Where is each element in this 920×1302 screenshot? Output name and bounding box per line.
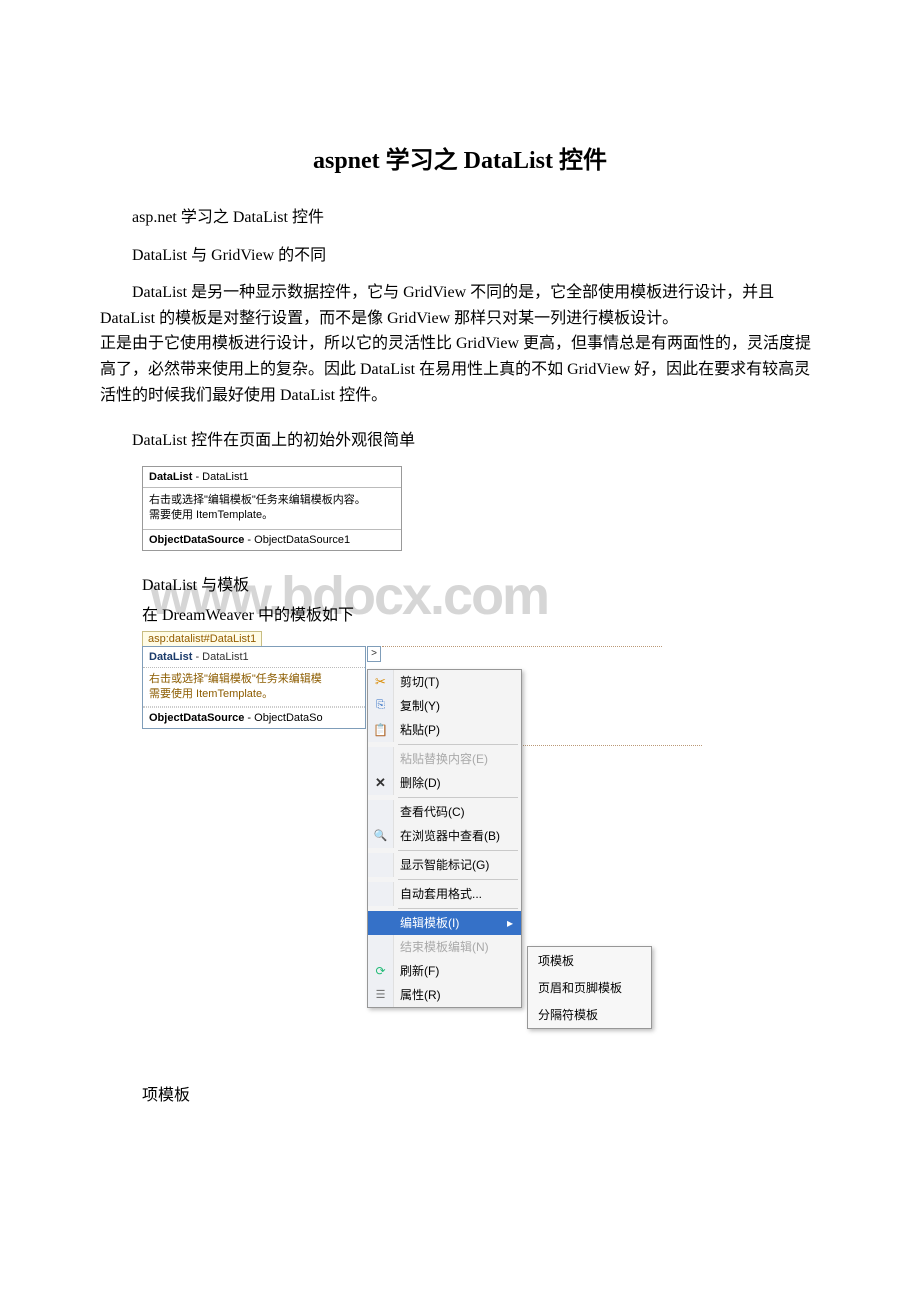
submenu-separator-template[interactable]: 分隔符模板 bbox=[528, 1001, 651, 1028]
refresh-icon: ⟳ bbox=[368, 959, 394, 983]
menu-end-template-edit-label: 结束模板编辑(N) bbox=[400, 938, 515, 955]
menu-paste[interactable]: 📋 粘贴(P) bbox=[368, 718, 521, 742]
menu-copy-label: 复制(Y) bbox=[400, 697, 515, 714]
menu-view-code-label: 查看代码(C) bbox=[400, 803, 515, 820]
menu-view-code[interactable]: 查看代码(C) bbox=[368, 800, 521, 824]
submenu-header-footer-template[interactable]: 页眉和页脚模板 bbox=[528, 974, 651, 1001]
asp-tag-tab[interactable]: asp:datalist#DataList1 bbox=[142, 631, 262, 646]
menu-refresh-label: 刷新(F) bbox=[400, 962, 515, 979]
ods-bold: ObjectDataSource bbox=[149, 534, 244, 546]
designer-ods: ObjectDataSource - ObjectDataSo bbox=[143, 707, 365, 728]
submenu-item-template[interactable]: 项模板 bbox=[528, 947, 651, 974]
menu-paste-replace: 粘贴替换内容(E) bbox=[368, 747, 521, 771]
para-subtitle: asp.net 学习之 DataList 控件 bbox=[100, 205, 820, 231]
datalist-title-bold: DataList bbox=[149, 471, 192, 483]
menu-copy[interactable]: ⎘ 复制(Y) bbox=[368, 694, 521, 718]
menu-cut[interactable]: ✂ 剪切(T) bbox=[368, 670, 521, 694]
blank-icon bbox=[368, 853, 394, 877]
menu-paste-label: 粘贴(P) bbox=[400, 721, 515, 738]
menu-separator bbox=[398, 879, 518, 880]
context-menu: ✂ 剪切(T) ⎘ 复制(Y) 📋 粘贴(P) 粘贴替换内容(E) ✕ 删除(D… bbox=[367, 669, 522, 1008]
blank-icon bbox=[368, 747, 394, 771]
menu-end-template-edit: 结束模板编辑(N) bbox=[368, 935, 521, 959]
para-datalist-template-heading: DataList 与模板 bbox=[142, 571, 820, 595]
menu-show-smart-tag[interactable]: 显示智能标记(G) bbox=[368, 853, 521, 877]
designer-title-bold: DataList bbox=[149, 651, 192, 663]
datalist-help-text: 右击或选择"编辑模板"任务来编辑模板内容。 需要使用 ItemTemplate。 bbox=[143, 488, 401, 530]
properties-icon: ☰ bbox=[368, 983, 394, 1007]
template-submenu: 项模板 页眉和页脚模板 分隔符模板 bbox=[527, 946, 652, 1029]
menu-separator bbox=[398, 797, 518, 798]
copy-icon: ⎘ bbox=[368, 694, 394, 718]
menu-view-in-browser-label: 在浏览器中查看(B) bbox=[400, 827, 515, 844]
designer-ods-rest: - ObjectDataSo bbox=[244, 712, 322, 724]
menu-auto-format-label: 自动套用格式... bbox=[400, 885, 515, 902]
datalist-title-row: DataList - DataList1 bbox=[143, 467, 401, 488]
menu-separator bbox=[398, 908, 518, 909]
datalist-preview-panel: DataList - DataList1 右击或选择"编辑模板"任务来编辑模板内… bbox=[142, 466, 402, 551]
menu-cut-label: 剪切(T) bbox=[400, 673, 515, 690]
datalist-title-rest: - DataList1 bbox=[192, 471, 248, 483]
menu-view-in-browser[interactable]: 🔍 在浏览器中查看(B) bbox=[368, 824, 521, 848]
para-body-1-text: DataList 是另一种显示数据控件，它与 GridView 不同的是，它全部… bbox=[100, 284, 811, 403]
dotted-guide-top bbox=[382, 646, 662, 647]
menu-properties[interactable]: ☰ 属性(R) bbox=[368, 983, 521, 1007]
smart-tag-arrow-icon[interactable]: > bbox=[367, 646, 381, 662]
datalist-designer-panel[interactable]: DataList - DataList1 右击或选择"编辑模板"任务来编辑模 需… bbox=[142, 646, 366, 730]
menu-delete[interactable]: ✕ 删除(D) bbox=[368, 771, 521, 795]
menu-separator bbox=[398, 744, 518, 745]
para-item-template: 项模板 bbox=[142, 1081, 820, 1105]
blank-icon bbox=[368, 882, 394, 906]
para-initial-look: DataList 控件在页面上的初始外观很简单 bbox=[100, 428, 820, 454]
menu-refresh[interactable]: ⟳ 刷新(F) bbox=[368, 959, 521, 983]
blank-icon bbox=[368, 800, 394, 824]
blank-icon bbox=[368, 911, 394, 935]
menu-separator bbox=[398, 850, 518, 851]
designer-ods-bold: ObjectDataSource bbox=[149, 712, 244, 724]
menu-edit-template-label: 编辑模板(I) bbox=[400, 914, 505, 931]
blank-icon bbox=[368, 935, 394, 959]
ods-row: ObjectDataSource - ObjectDataSource1 bbox=[143, 530, 401, 550]
paste-icon: 📋 bbox=[368, 718, 394, 742]
designer-help: 右击或选择"编辑模板"任务来编辑模 需要使用 ItemTemplate。 bbox=[143, 668, 365, 708]
para-body-1: DataList 是另一种显示数据控件，它与 GridView 不同的是，它全部… bbox=[100, 280, 820, 408]
scissors-icon: ✂ bbox=[368, 670, 394, 694]
menu-edit-template[interactable]: 编辑模板(I) ▸ bbox=[368, 911, 521, 935]
menu-paste-replace-label: 粘贴替换内容(E) bbox=[400, 750, 515, 767]
page-title: aspnet 学习之 DataList 控件 bbox=[100, 140, 820, 175]
menu-auto-format[interactable]: 自动套用格式... bbox=[368, 882, 521, 906]
menu-properties-label: 属性(R) bbox=[400, 986, 515, 1003]
para-dreamweaver: 在 DreamWeaver 中的模板如下 bbox=[142, 601, 820, 625]
ods-rest: - ObjectDataSource1 bbox=[244, 534, 350, 546]
designer-title-rest: - DataList1 bbox=[192, 651, 248, 663]
para-diff-heading: DataList 与 GridView 的不同 bbox=[100, 243, 820, 269]
designer-title: DataList - DataList1 bbox=[143, 647, 365, 668]
browser-icon: 🔍 bbox=[368, 824, 394, 848]
menu-delete-label: 删除(D) bbox=[400, 774, 515, 791]
designer-with-context-menu: asp:datalist#DataList1 DataList - DataLi… bbox=[142, 631, 692, 1051]
menu-show-smart-tag-label: 显示智能标记(G) bbox=[400, 856, 515, 873]
delete-icon: ✕ bbox=[368, 771, 394, 795]
submenu-arrow-icon: ▸ bbox=[505, 916, 515, 930]
